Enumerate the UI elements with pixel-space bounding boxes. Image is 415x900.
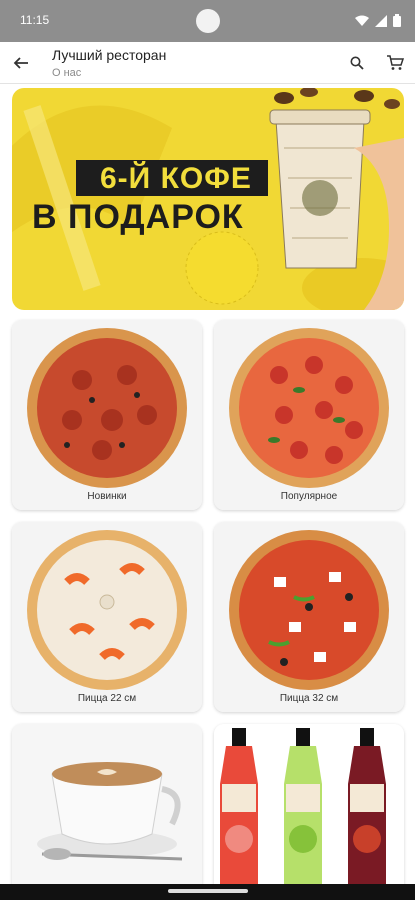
search-button[interactable]	[346, 52, 368, 74]
cart-button[interactable]	[383, 52, 407, 74]
cart-icon	[387, 55, 404, 70]
pizza-pepperoni-image	[27, 328, 187, 488]
category-tile-coffee[interactable]	[12, 724, 202, 900]
system-nav-bar	[0, 884, 415, 900]
banner-line1: 6-Й КОФЕ	[100, 162, 252, 195]
category-label: Новинки	[87, 491, 127, 502]
category-tile-pizza-32[interactable]: Пицца 32 см	[214, 522, 404, 712]
promo-banner[interactable]: 6-Й КОФЕ В ПОДАРОК	[12, 88, 404, 310]
category-label: Пицца 32 см	[279, 693, 339, 704]
banner-line2: В ПОДАРОК	[32, 198, 244, 236]
category-tile-new[interactable]: Новинки	[12, 320, 202, 510]
app-bar: Лучший ресторан О нас	[0, 42, 415, 84]
about-link[interactable]: О нас	[52, 67, 81, 79]
arrow-left-icon	[13, 57, 28, 69]
category-tile-drinks[interactable]	[214, 724, 404, 900]
battery-icon	[393, 14, 401, 27]
pizza-greek-image	[229, 530, 389, 690]
category-tile-pizza-22[interactable]: Пицца 22 см	[12, 522, 202, 712]
search-icon	[350, 56, 364, 70]
pizza-salami-image	[229, 328, 389, 488]
coffee-cup-image	[269, 88, 404, 310]
lemonade-bottles-image	[220, 728, 386, 884]
category-tile-popular[interactable]: Популярное	[214, 320, 404, 510]
page-title: Лучший ресторан	[52, 47, 167, 63]
category-label: Популярное	[280, 491, 338, 502]
category-label: Пицца 22 см	[77, 693, 137, 704]
signal-icon	[375, 14, 387, 27]
home-handle[interactable]	[168, 889, 248, 893]
status-bar: 11:15	[0, 0, 415, 42]
camera-cutout	[196, 9, 220, 33]
status-time: 11:15	[20, 13, 50, 27]
wifi-icon	[355, 15, 369, 26]
coffee-cup-image	[37, 762, 183, 861]
back-button[interactable]	[8, 50, 34, 76]
status-icons	[355, 14, 401, 27]
pizza-vegetable-image	[27, 530, 187, 690]
